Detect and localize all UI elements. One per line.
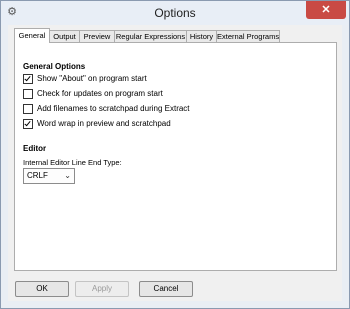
tab-regular-expressions-label: Regular Expressions: [115, 32, 186, 41]
line-end-type-label: Internal Editor Line End Type:: [23, 158, 122, 167]
word-wrap-label[interactable]: Word wrap in preview and scratchpad: [37, 118, 171, 129]
general-options-heading: General Options: [23, 62, 86, 71]
close-button[interactable]: ✕: [306, 1, 346, 19]
word-wrap-option[interactable]: Word wrap in preview and scratchpad: [23, 118, 263, 129]
line-end-type-select[interactable]: CRLF ⌄: [23, 168, 75, 184]
window-title: Options: [154, 6, 196, 20]
tab-history[interactable]: History: [186, 30, 217, 42]
general-panel: General Options Show "About" on program …: [14, 42, 337, 271]
tab-general[interactable]: General: [14, 28, 50, 43]
cancel-button[interactable]: Cancel: [139, 281, 193, 297]
chevron-down-icon: ⌄: [64, 171, 71, 180]
tab-output-label: Output: [53, 32, 76, 41]
options-window: ⚙ Options ✕ General Output Preview Regul…: [0, 0, 350, 309]
check-updates-option[interactable]: Check for updates on program start: [23, 88, 263, 99]
close-icon: ✕: [321, 4, 331, 16]
dialog-body: General Output Preview Regular Expressio…: [8, 25, 342, 301]
show-about-checkbox[interactable]: [23, 74, 33, 84]
word-wrap-checkbox[interactable]: [23, 119, 33, 129]
title-bar[interactable]: ⚙ Options ✕: [1, 1, 349, 25]
tab-general-label: General: [18, 31, 46, 40]
tab-external-programs[interactable]: External Programs: [216, 30, 280, 42]
tab-regular-expressions[interactable]: Regular Expressions: [114, 30, 187, 42]
add-filenames-label[interactable]: Add filenames to scratchpad during Extra…: [37, 103, 190, 114]
add-filenames-option[interactable]: Add filenames to scratchpad during Extra…: [23, 103, 263, 114]
show-about-label[interactable]: Show "About" on program start: [37, 73, 147, 84]
ok-button[interactable]: OK: [15, 281, 69, 297]
tab-output[interactable]: Output: [49, 30, 80, 42]
tab-history-label: History: [189, 32, 214, 41]
check-updates-label[interactable]: Check for updates on program start: [37, 88, 163, 99]
tab-external-programs-label: External Programs: [217, 32, 280, 41]
editor-heading: Editor: [23, 144, 47, 153]
line-end-type-value: CRLF: [27, 171, 48, 180]
check-updates-checkbox[interactable]: [23, 89, 33, 99]
tab-preview-label: Preview: [83, 32, 111, 41]
apply-button[interactable]: Apply: [75, 281, 129, 297]
add-filenames-checkbox[interactable]: [23, 104, 33, 114]
tab-preview[interactable]: Preview: [79, 30, 115, 42]
show-about-option[interactable]: Show "About" on program start: [23, 73, 263, 84]
